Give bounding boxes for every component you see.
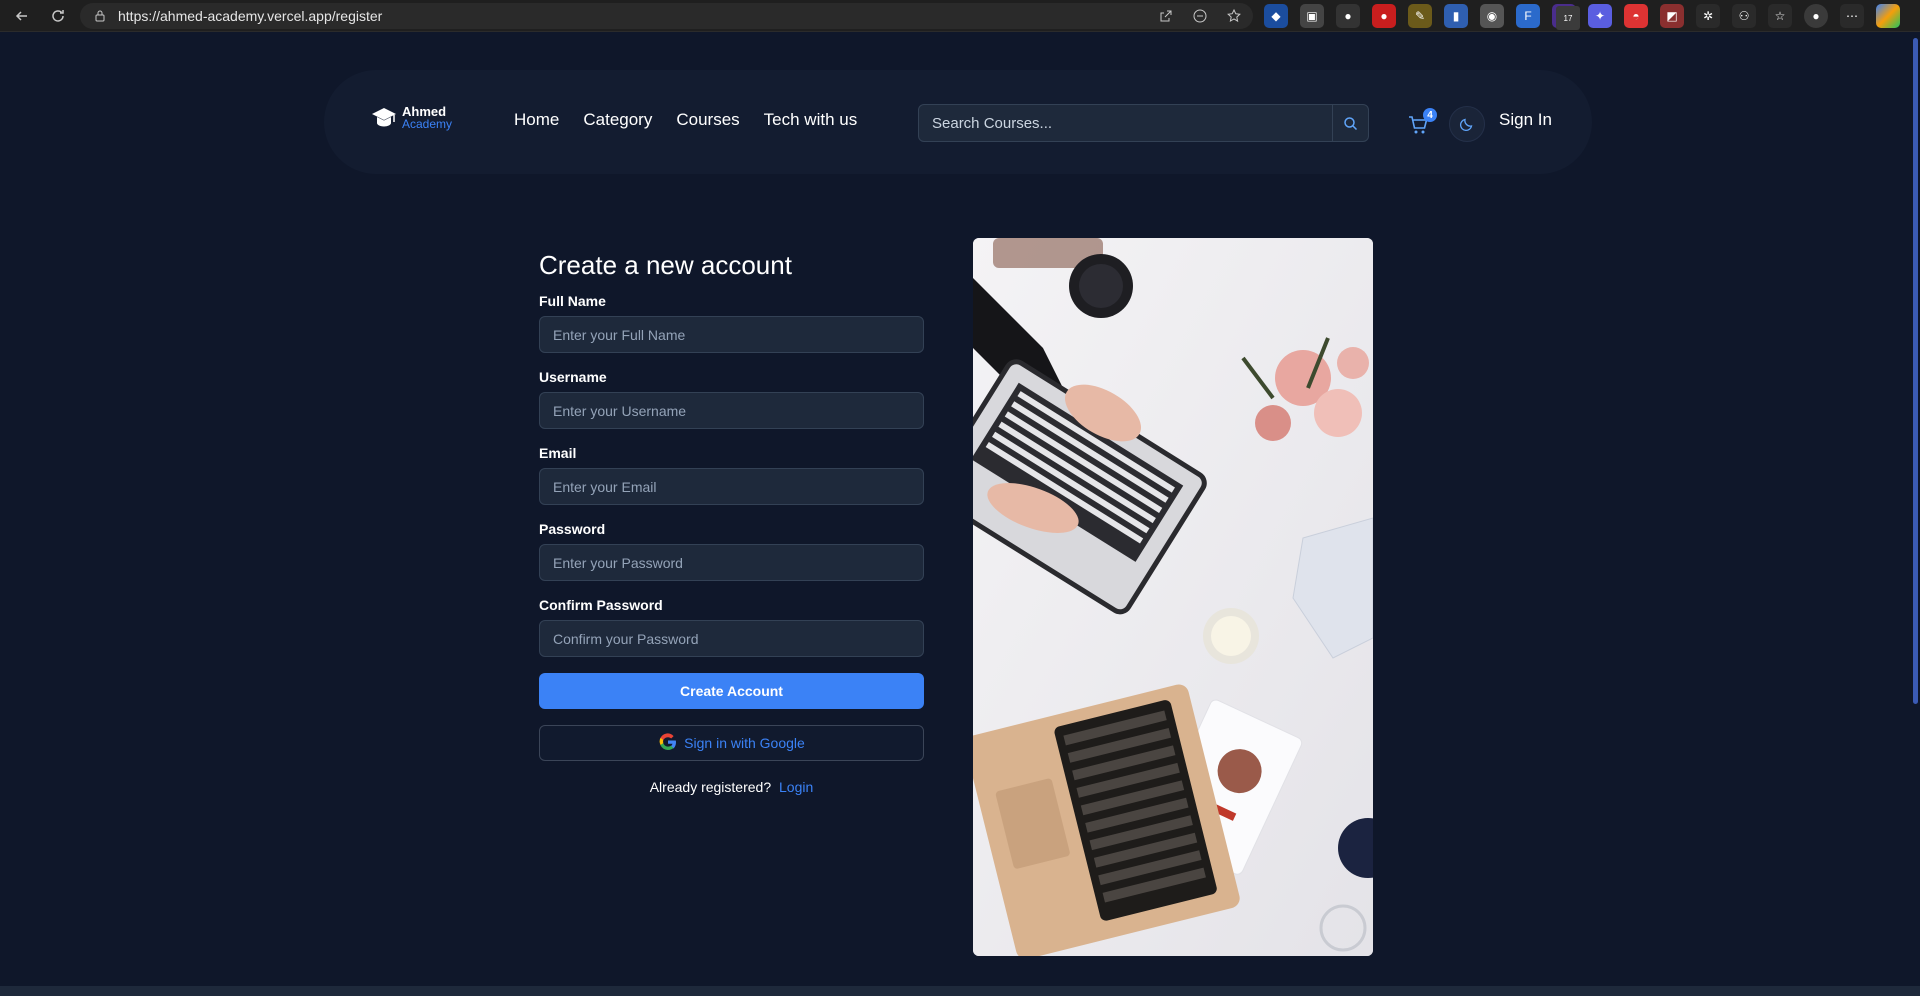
puzzle-icon[interactable]: ✲ xyxy=(1696,4,1720,28)
hero-image xyxy=(973,238,1373,956)
cart-icon[interactable]: 4 xyxy=(1407,108,1437,138)
scrollbar[interactable] xyxy=(1910,34,1920,986)
already-registered-text: Already registered? xyxy=(649,779,772,795)
email-label: Email xyxy=(539,445,577,461)
arrow-left-icon[interactable] xyxy=(8,2,36,30)
search-box xyxy=(918,104,1369,142)
open-external-icon[interactable] xyxy=(1157,7,1175,25)
password-field: Password xyxy=(539,521,924,581)
google-sign-in-label: Sign in with Google xyxy=(684,735,805,751)
extension-icon[interactable]: ▣ xyxy=(1300,4,1324,28)
extension-icon[interactable]: ●17 xyxy=(1552,4,1580,30)
google-sign-in-button[interactable]: Sign in with Google xyxy=(539,725,924,761)
copilot-icon[interactable] xyxy=(1876,4,1900,28)
password-label: Password xyxy=(539,521,606,537)
favorites-icon[interactable]: ☆ xyxy=(1768,4,1792,28)
sign-in-link[interactable]: Sign In xyxy=(1499,110,1552,130)
nav-category[interactable]: Category xyxy=(583,110,652,130)
address-bar-actions xyxy=(1157,3,1243,29)
site-navbar: Ahmed Academy Home Category Courses Tech… xyxy=(324,70,1592,174)
email-field: Email xyxy=(539,445,924,505)
camera-icon[interactable]: ◉ xyxy=(1480,4,1504,28)
profile-switch-icon[interactable]: ⚇ xyxy=(1732,4,1756,28)
full-name-label: Full Name xyxy=(539,293,606,309)
confirm-password-label: Confirm Password xyxy=(539,597,663,613)
create-account-button[interactable]: Create Account xyxy=(539,673,924,709)
extension-icon[interactable]: ● xyxy=(1336,4,1360,28)
nav-courses[interactable]: Courses xyxy=(676,110,739,130)
extension-icon[interactable]: ● xyxy=(1372,4,1396,28)
username-label: Username xyxy=(539,369,607,385)
brand-logo[interactable]: Ahmed Academy xyxy=(370,104,452,132)
avatar[interactable]: ● xyxy=(1804,4,1828,28)
full-name-field: Full Name xyxy=(539,293,924,353)
search-input[interactable] xyxy=(919,105,1332,141)
scrollbar-thumb[interactable] xyxy=(1913,38,1918,704)
email-input[interactable] xyxy=(539,468,924,505)
extension-icon[interactable]: ◆ xyxy=(1264,4,1288,28)
username-input[interactable] xyxy=(539,392,924,429)
full-name-input[interactable] xyxy=(539,316,924,353)
password-input[interactable] xyxy=(539,544,924,581)
extension-icon[interactable]: ◓ xyxy=(1624,4,1648,28)
page: Ahmed Academy Home Category Courses Tech… xyxy=(2,34,1908,986)
cart-count-badge: 4 xyxy=(1423,108,1437,122)
reload-icon[interactable] xyxy=(44,2,72,30)
extension-icon[interactable]: ◩ xyxy=(1660,4,1684,28)
browser-toolbar: https://ahmed-academy.vercel.app/registe… xyxy=(0,0,1920,32)
already-registered: Already registered? Login xyxy=(539,779,924,795)
brand-name-line2: Academy xyxy=(402,117,453,131)
nav-home[interactable]: Home xyxy=(514,110,559,130)
register-form: Create a new account Full Name Username … xyxy=(539,250,924,795)
login-link[interactable]: Login xyxy=(779,779,813,795)
username-field: Username xyxy=(539,369,924,429)
star-icon[interactable] xyxy=(1225,7,1243,25)
google-icon xyxy=(658,732,678,755)
confirm-password-field: Confirm Password xyxy=(539,597,924,657)
lock-icon xyxy=(92,8,108,24)
extension-icon[interactable]: ✦ xyxy=(1588,4,1612,28)
more-icon[interactable]: ⋯ xyxy=(1840,4,1864,28)
nav-links: Home Category Courses Tech with us xyxy=(514,110,857,130)
extension-icon[interactable]: ▮ xyxy=(1444,4,1468,28)
address-bar[interactable]: https://ahmed-academy.vercel.app/registe… xyxy=(80,3,1253,29)
extension-icon[interactable]: F xyxy=(1516,4,1540,28)
page-footer-strip xyxy=(0,986,1920,996)
extension-icon[interactable]: ✎ xyxy=(1408,4,1432,28)
moon-icon[interactable] xyxy=(1449,106,1485,142)
reader-mode-icon[interactable] xyxy=(1191,7,1209,25)
extension-badge: 17 xyxy=(1556,6,1580,30)
confirm-password-input[interactable] xyxy=(539,620,924,657)
graduation-cap-icon xyxy=(370,104,398,132)
nav-tech-with-us[interactable]: Tech with us xyxy=(764,110,858,130)
search-icon[interactable] xyxy=(1332,105,1368,141)
page-title: Create a new account xyxy=(539,250,792,280)
url-text: https://ahmed-academy.vercel.app/registe… xyxy=(118,8,383,24)
extensions-bar: ◆ ▣ ● ● ✎ ▮ ◉ F ●17 ✦ ◓ ◩ ✲ ⚇ ☆ ● ⋯ xyxy=(1264,4,1900,30)
